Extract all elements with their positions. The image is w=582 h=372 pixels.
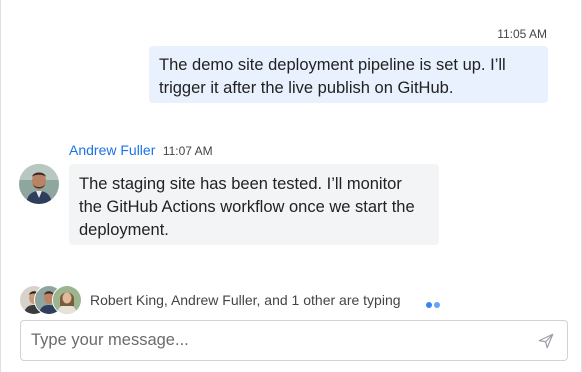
- typing-avatars: [19, 285, 82, 315]
- avatar: [52, 285, 82, 315]
- incoming-message-time: 11:07 AM: [162, 144, 213, 158]
- avatar[interactable]: [19, 164, 59, 204]
- outgoing-message-bubble: The demo site deployment pipeline is set…: [149, 46, 548, 103]
- chat-window: 11:05 AM The demo site deployment pipeli…: [0, 0, 582, 372]
- typing-indicator-text: Robert King, Andrew Fuller, and 1 other …: [90, 292, 401, 308]
- typing-dot: [426, 302, 432, 308]
- incoming-message-header: Andrew Fuller 11:07 AM: [69, 142, 213, 160]
- typing-dots: [426, 302, 446, 310]
- typing-dot: [434, 302, 440, 308]
- send-icon: [538, 333, 554, 349]
- send-button[interactable]: [537, 332, 555, 350]
- incoming-message-bubble: The staging site has been tested. I’ll m…: [69, 164, 439, 245]
- message-input[interactable]: [31, 321, 521, 360]
- message-composer: [20, 320, 568, 361]
- incoming-message-author[interactable]: Andrew Fuller: [69, 142, 155, 158]
- outgoing-message-time: 11:05 AM: [497, 27, 547, 41]
